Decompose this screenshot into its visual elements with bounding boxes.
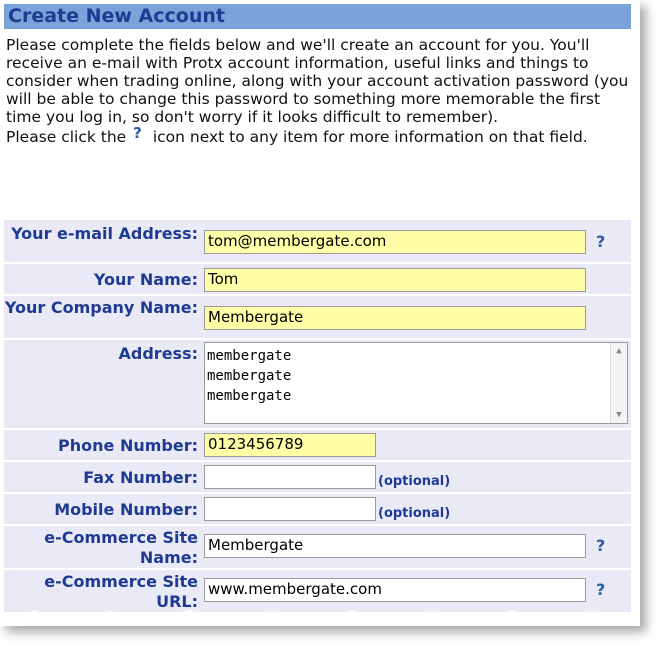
phone-field[interactable]: 0123456789 xyxy=(204,433,376,457)
page: Create New Account Please complete the f… xyxy=(0,0,640,626)
help-icon: ? xyxy=(133,124,142,142)
address-scrollbar[interactable]: ▲ ▼ xyxy=(610,343,627,423)
mobile-row: Mobile Number: (optional) xyxy=(4,494,631,526)
company-row: Your Company Name: Membergate xyxy=(4,296,631,340)
help-instruction: Please click the ? icon next to any item… xyxy=(6,124,636,146)
site-name-field[interactable]: Membergate xyxy=(204,534,586,558)
name-label: Your Name: xyxy=(93,270,198,289)
scroll-down-icon[interactable]: ▼ xyxy=(613,409,625,421)
email-field[interactable]: tom@membergate.com xyxy=(204,230,586,254)
name-row: Your Name: Tom xyxy=(4,264,631,296)
torn-edge xyxy=(0,610,640,626)
fax-label: Fax Number: xyxy=(83,468,198,487)
address-line: membergate xyxy=(207,348,292,364)
email-row: Your e-mail Address: tom@membergate.com … xyxy=(4,220,631,264)
company-label: Your Company Name: xyxy=(4,298,198,317)
phone-label: Phone Number: xyxy=(58,436,198,455)
address-textarea[interactable]: membergate membergate membergate ▲ ▼ xyxy=(204,342,628,424)
scroll-up-icon[interactable]: ▲ xyxy=(613,345,625,357)
site-url-help-icon[interactable]: ? xyxy=(596,580,605,599)
company-field[interactable]: Membergate xyxy=(204,306,586,330)
page-title: Create New Account xyxy=(4,4,631,29)
intro-text: Please complete the fields below and we'… xyxy=(6,36,636,146)
help-instruction-after: icon next to any item for more informati… xyxy=(152,128,588,146)
site-url-field[interactable]: www.membergate.com xyxy=(204,578,586,602)
phone-row: Phone Number: 0123456789 xyxy=(4,430,631,462)
create-account-form: Your e-mail Address: tom@membergate.com … xyxy=(4,220,631,614)
name-field[interactable]: Tom xyxy=(204,268,586,292)
mobile-label: Mobile Number: xyxy=(54,500,198,519)
site-name-help-icon[interactable]: ? xyxy=(596,536,605,555)
email-label: Your e-mail Address: xyxy=(11,224,198,243)
address-line: membergate xyxy=(207,368,292,384)
email-help-icon[interactable]: ? xyxy=(596,232,605,251)
address-line: membergate xyxy=(207,388,292,404)
site-name-label: e-Commerce Site Name: xyxy=(44,528,198,567)
address-label: Address: xyxy=(118,344,198,363)
mobile-optional-note: (optional) xyxy=(378,506,451,521)
fax-field[interactable] xyxy=(204,465,376,489)
fax-row: Fax Number: (optional) xyxy=(4,462,631,494)
address-row: Address: membergate membergate membergat… xyxy=(4,340,631,430)
help-instruction-before: Please click the xyxy=(6,128,127,146)
site-name-row: e-Commerce Site Name: Membergate ? xyxy=(4,526,631,570)
mobile-field[interactable] xyxy=(204,497,376,521)
fax-optional-note: (optional) xyxy=(378,474,451,489)
intro-paragraph: Please complete the fields below and we'… xyxy=(6,36,629,126)
